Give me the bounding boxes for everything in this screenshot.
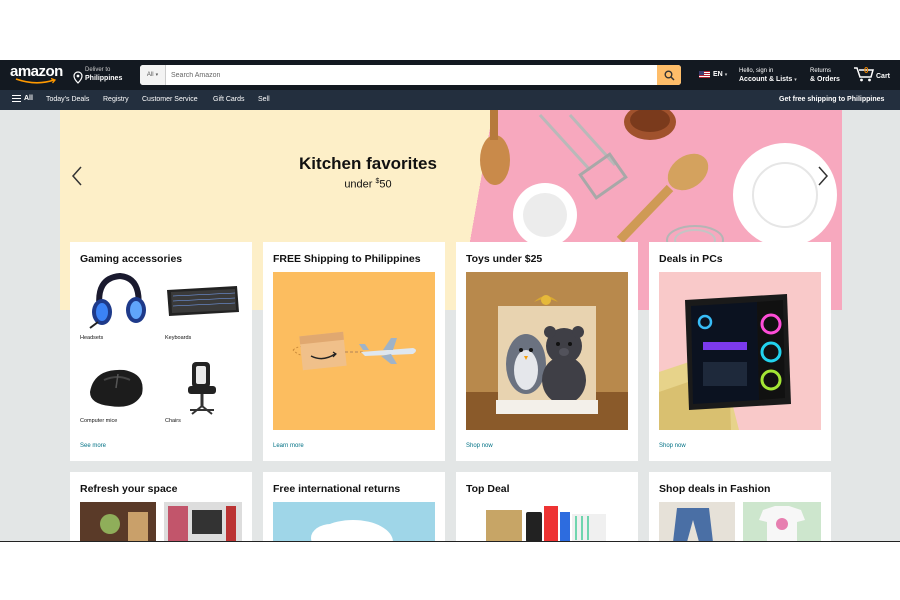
mouse-image[interactable] [84, 360, 150, 416]
cart-label: Cart [876, 73, 891, 80]
account-greeting: Hello, sign in [739, 68, 774, 74]
language-selector[interactable]: EN ▾ [699, 71, 727, 78]
keyboard-image[interactable] [165, 282, 241, 322]
logo-smile-icon [15, 78, 57, 84]
account-label: Account & Lists [739, 76, 793, 83]
refresh-space-card: Refresh your space [70, 472, 252, 542]
shipping-box-airplane-image[interactable] [273, 272, 435, 430]
hero-subtitle: under $50 [273, 178, 463, 191]
card-title: FREE Shipping to Philippines [273, 253, 421, 265]
deliver-country: Philippines [85, 75, 123, 82]
plush-toys-image[interactable] [466, 272, 628, 430]
top-nav-bar: amazon Deliver to Philippines All ▾ Sear… [0, 60, 900, 90]
card-title: Toys under $25 [466, 253, 543, 265]
us-flag-icon [699, 71, 710, 78]
logo-text: amazon [10, 63, 63, 80]
nav-registry[interactable]: Registry [103, 96, 129, 103]
amazon-page: amazon Deliver to Philippines All ▾ Sear… [0, 60, 900, 542]
nav-todays-deals[interactable]: Today's Deals [46, 96, 89, 103]
search-button[interactable] [657, 65, 681, 85]
gaming-accessories-card: Gaming accessories Headsets Keyboards Co… [70, 242, 252, 461]
sub-nav-bar: All Today's Deals Registry Customer Serv… [0, 90, 900, 110]
nav-customer-service[interactable]: Customer Service [142, 96, 198, 103]
hero-title: Kitchen favorites [299, 154, 437, 173]
card-title: Gaming accessories [80, 253, 183, 265]
hamburger-menu-icon [12, 95, 21, 102]
fashion-jeans-image[interactable] [659, 502, 735, 542]
learn-more-link[interactable]: Learn more [273, 443, 304, 449]
search-icon [664, 70, 675, 81]
fashion-shirt-image[interactable] [743, 502, 821, 542]
closet-image[interactable] [164, 502, 242, 542]
search-bar: All ▾ [140, 65, 681, 85]
quad-label-headsets[interactable]: Headsets [80, 335, 103, 341]
returns-banner-image[interactable] [273, 502, 435, 542]
free-returns-card: Free international returns [263, 472, 445, 542]
see-more-link[interactable]: See more [80, 443, 106, 449]
cart-count: 0 [864, 66, 869, 75]
shop-now-link[interactable]: Shop now [466, 443, 493, 449]
right-gutter [842, 110, 900, 541]
nav-sell[interactable]: Sell [258, 96, 270, 103]
left-gutter [0, 110, 60, 541]
home-decor-image[interactable] [80, 502, 156, 542]
orders-label: & Orders [810, 76, 840, 83]
nav-gift-cards[interactable]: Gift Cards [213, 96, 245, 103]
search-category-select[interactable]: All ▾ [140, 65, 166, 85]
card-title: Shop deals in Fashion [659, 483, 771, 495]
location-pin-icon [73, 71, 83, 84]
amazon-logo[interactable]: amazon [10, 63, 64, 85]
carousel-prev-icon[interactable] [70, 165, 84, 187]
returns-and-orders[interactable]: Returns & Orders [810, 68, 840, 84]
quad-label-keyboards[interactable]: Keyboards [165, 335, 191, 341]
pcs-card: Deals in PCs Shop now [649, 242, 831, 461]
all-menu-button[interactable]: All [12, 95, 33, 102]
fashion-deals-card: Shop deals in Fashion [649, 472, 831, 542]
language-code: EN [713, 71, 723, 78]
free-shipping-promo-link[interactable]: Get free shipping to Philippines [779, 96, 884, 103]
cart-button[interactable]: 0 Cart [853, 66, 890, 82]
search-category-label: All [146, 72, 154, 78]
hero-sub-prefix: under [344, 178, 376, 191]
free-shipping-card: FREE Shipping to Philippines Learn more [263, 242, 445, 461]
quad-label-computer-mice[interactable]: Computer mice [80, 418, 117, 424]
deliver-to-location[interactable]: Deliver to Philippines [73, 67, 122, 85]
card-title: Free international returns [273, 483, 401, 495]
caret-down-icon: ▾ [724, 71, 728, 78]
gaming-chair-image[interactable] [180, 360, 226, 416]
shop-now-link[interactable]: Shop now [659, 443, 686, 449]
returns-label: Returns [810, 68, 832, 74]
top-deal-products-image[interactable] [486, 502, 610, 542]
caret-down-icon: ▾ [155, 72, 159, 78]
gaming-pc-image[interactable] [659, 272, 821, 430]
hero-amount: 50 [379, 178, 392, 191]
account-and-lists[interactable]: Hello, sign in Account & Lists ▾ [739, 68, 797, 85]
headset-image[interactable] [80, 270, 155, 332]
top-deal-card: Top Deal [456, 472, 638, 542]
all-menu-label: All [24, 95, 33, 102]
card-title: Deals in PCs [659, 253, 723, 265]
card-title: Refresh your space [80, 483, 178, 495]
carousel-next-icon[interactable] [816, 165, 830, 187]
card-title: Top Deal [466, 483, 510, 495]
caret-down-icon: ▾ [794, 77, 797, 83]
quad-label-chairs[interactable]: Chairs [165, 418, 181, 424]
deliver-label: Deliver to [85, 67, 111, 73]
search-input[interactable] [166, 65, 657, 85]
toys-card: Toys under $25 Shop now [456, 242, 638, 461]
